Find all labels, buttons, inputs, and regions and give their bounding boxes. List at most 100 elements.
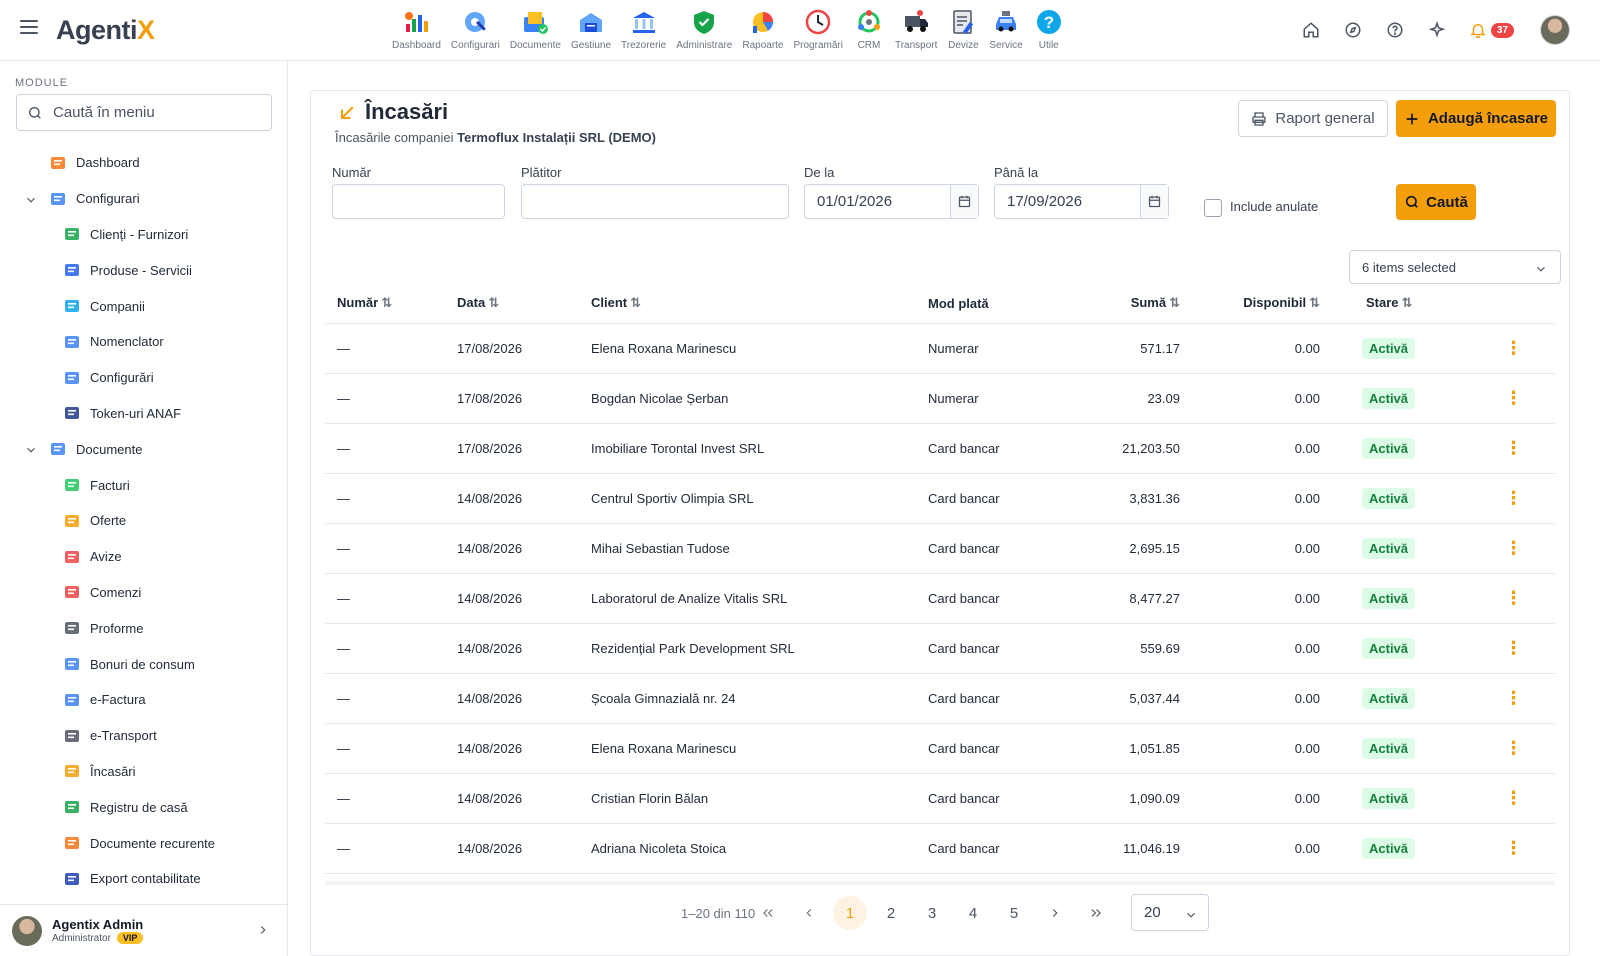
module-utile[interactable]: ? Utile [1033, 6, 1065, 56]
sidebar-item-configurari[interactable]: Configurari [0, 181, 288, 217]
add-income-button[interactable]: Adaugă încasare [1396, 100, 1556, 137]
col-header-disponibil[interactable]: Disponibil ⇅ [1192, 284, 1332, 324]
next-page-button[interactable] [1038, 896, 1072, 930]
table-row[interactable]: —14/08/2026 Laboratorul de Analize Vitali… [325, 573, 1555, 624]
page-size-select[interactable]: 20 [1131, 894, 1209, 931]
sidebar-item-configurări[interactable]: Configurări [0, 360, 288, 396]
sidebar-item-companii[interactable]: Companii [0, 288, 288, 324]
table-row[interactable]: —17/08/2026 Imobiliare Torontal Invest SR… [325, 423, 1555, 474]
row-actions-kebab-icon[interactable]: ⋮ [1472, 473, 1555, 524]
sidebar-item-documente[interactable]: Documente [0, 431, 288, 467]
horizontal-scrollbar[interactable] [325, 881, 1555, 885]
page-button[interactable]: 2 [874, 896, 908, 930]
sidebar-item-dashboard[interactable]: Dashboard [0, 145, 288, 181]
module-gestiune[interactable]: Gestiune [571, 6, 611, 56]
col-header-numar[interactable]: Număr ⇅ [325, 284, 445, 324]
col-header-suma[interactable]: Sumă ⇅ [1061, 284, 1192, 324]
module-documente[interactable]: Documente [510, 6, 561, 56]
date-to-input[interactable] [995, 185, 1141, 218]
page-button[interactable]: 3 [915, 896, 949, 930]
sidebar-item-bonuri-de-consum[interactable]: Bonuri de consum [0, 646, 288, 682]
date-from-calendar-button[interactable] [950, 185, 978, 218]
table-row[interactable]: —14/08/2026 Mihai Sebastian Tudose Card ba… [325, 523, 1555, 574]
payer-filter-input[interactable] [522, 185, 788, 218]
table-row[interactable]: —14/08/2026 Școala Gimnazială nr. 24 Card … [325, 673, 1555, 724]
sidebar-item-facturi[interactable]: Facturi [0, 467, 288, 503]
col-header-data[interactable]: Data ⇅ [445, 284, 579, 324]
row-actions-kebab-icon[interactable]: ⋮ [1472, 823, 1555, 874]
last-page-button[interactable] [1079, 896, 1113, 930]
row-actions-kebab-icon[interactable]: ⋮ [1472, 673, 1555, 724]
page-button[interactable]: 4 [956, 896, 990, 930]
module-administrare[interactable]: Administrare [676, 6, 732, 56]
table-row[interactable]: —17/08/2026 Bogdan Nicolae Șerban Numerar 2… [325, 373, 1555, 424]
module-dashboard[interactable]: Dashboard [392, 6, 441, 56]
include-cancelled-checkbox[interactable] [1204, 199, 1222, 217]
module-crm[interactable]: CRM [853, 6, 885, 56]
sidebar-search-input[interactable] [53, 104, 253, 121]
report-general-button[interactable]: Raport general [1238, 100, 1388, 137]
col-header-client[interactable]: Client ⇅ [579, 284, 916, 324]
module-configurari[interactable]: Configurari [451, 6, 500, 56]
table-row[interactable]: —14/08/2026 Adriana Nicoleta Stoica Card b… [325, 823, 1555, 874]
row-actions-kebab-icon[interactable]: ⋮ [1472, 623, 1555, 674]
row-actions-kebab-icon[interactable]: ⋮ [1472, 573, 1555, 624]
row-actions-kebab-icon[interactable]: ⋮ [1472, 773, 1555, 824]
home-icon[interactable] [1301, 20, 1321, 40]
row-actions-kebab-icon[interactable]: ⋮ [1472, 723, 1555, 774]
date-to-calendar-button[interactable] [1140, 185, 1168, 218]
page-button[interactable]: 5 [997, 896, 1031, 930]
module-transport[interactable]: Transport [895, 6, 937, 56]
table-row[interactable]: —14/08/2026 Elena Roxana Marinescu Card ba… [325, 723, 1555, 774]
sidebar-item-oferte[interactable]: Oferte [0, 503, 288, 539]
user-avatar[interactable] [1540, 15, 1570, 45]
hamburger-menu-icon[interactable] [20, 20, 38, 34]
notifications-button[interactable]: 37 [1469, 21, 1514, 39]
sidebar-item-proforme[interactable]: Proforme [0, 610, 288, 646]
date-from-input[interactable] [805, 185, 951, 218]
sidebar-item-nomenclator[interactable]: Nomenclator [0, 324, 288, 360]
compass-icon[interactable] [1343, 20, 1363, 40]
module-rapoarte[interactable]: Rapoarte [742, 6, 784, 56]
number-filter-input[interactable] [333, 185, 504, 218]
row-actions-kebab-icon[interactable]: ⋮ [1472, 373, 1555, 424]
sidebar-item-comenzi[interactable]: Comenzi [0, 575, 288, 611]
payer-filter[interactable] [521, 184, 789, 219]
first-page-button[interactable] [751, 896, 785, 930]
app-logo[interactable]: AgentiX [56, 15, 155, 46]
sidebar-item-token-uri-anaf[interactable]: Token-uri ANAF [0, 396, 288, 432]
module-trezorerie[interactable]: Trezorerie [621, 6, 666, 56]
sidebar-item-clienți-furnizori[interactable]: Clienți - Furnizori [0, 217, 288, 253]
table-row[interactable]: —14/08/2026 Cristian Florin Bălan Card ban… [325, 773, 1555, 824]
chevron-down-icon[interactable] [24, 193, 38, 207]
col-header-stare[interactable]: Stare ⇅ [1332, 284, 1472, 324]
sidebar-item-e-factura[interactable]: e-Factura [0, 682, 288, 718]
sidebar-item-registru-de-casă[interactable]: Registru de casă [0, 789, 288, 825]
sparkle-icon[interactable] [1427, 20, 1447, 40]
row-actions-kebab-icon[interactable]: ⋮ [1472, 523, 1555, 574]
module-service[interactable]: Service [989, 6, 1023, 56]
help-icon[interactable] [1385, 20, 1405, 40]
sidebar-item-avize[interactable]: Avize [0, 539, 288, 575]
prev-page-button[interactable] [792, 896, 826, 930]
status-multiselect[interactable]: 6 items selected [1349, 250, 1561, 284]
sidebar-item-încasări[interactable]: Încasări [0, 754, 288, 790]
table-row[interactable]: —14/08/2026 Centrul Sportiv Olimpia SRL Ca… [325, 473, 1555, 524]
table-row[interactable]: —17/08/2026 Elena Roxana Marinescu Numerar… [325, 323, 1555, 374]
sidebar-search[interactable] [16, 94, 272, 131]
row-actions-kebab-icon[interactable]: ⋮ [1472, 423, 1555, 474]
sidebar-item-documente-recurente[interactable]: Documente recurente [0, 825, 288, 861]
page-button[interactable]: 1 [833, 896, 867, 930]
module-programari[interactable]: Programări [794, 6, 843, 56]
table-row[interactable]: —14/08/2026 Rezidențial Park Development … [325, 623, 1555, 674]
search-button[interactable]: Caută [1396, 184, 1476, 220]
number-filter[interactable] [332, 184, 505, 219]
row-actions-kebab-icon[interactable]: ⋮ [1472, 323, 1555, 374]
sidebar-item-export-contabilitate[interactable]: Export contabilitate [0, 861, 288, 897]
sidebar-item-produse-servicii[interactable]: Produse - Servicii [0, 252, 288, 288]
date-to-field[interactable] [994, 184, 1169, 219]
date-from-field[interactable] [804, 184, 979, 219]
chevron-down-icon[interactable] [24, 443, 38, 457]
module-devize[interactable]: Devize [947, 6, 979, 56]
sidebar-user-card[interactable]: Agentix Admin Administrator VIP [0, 904, 288, 956]
